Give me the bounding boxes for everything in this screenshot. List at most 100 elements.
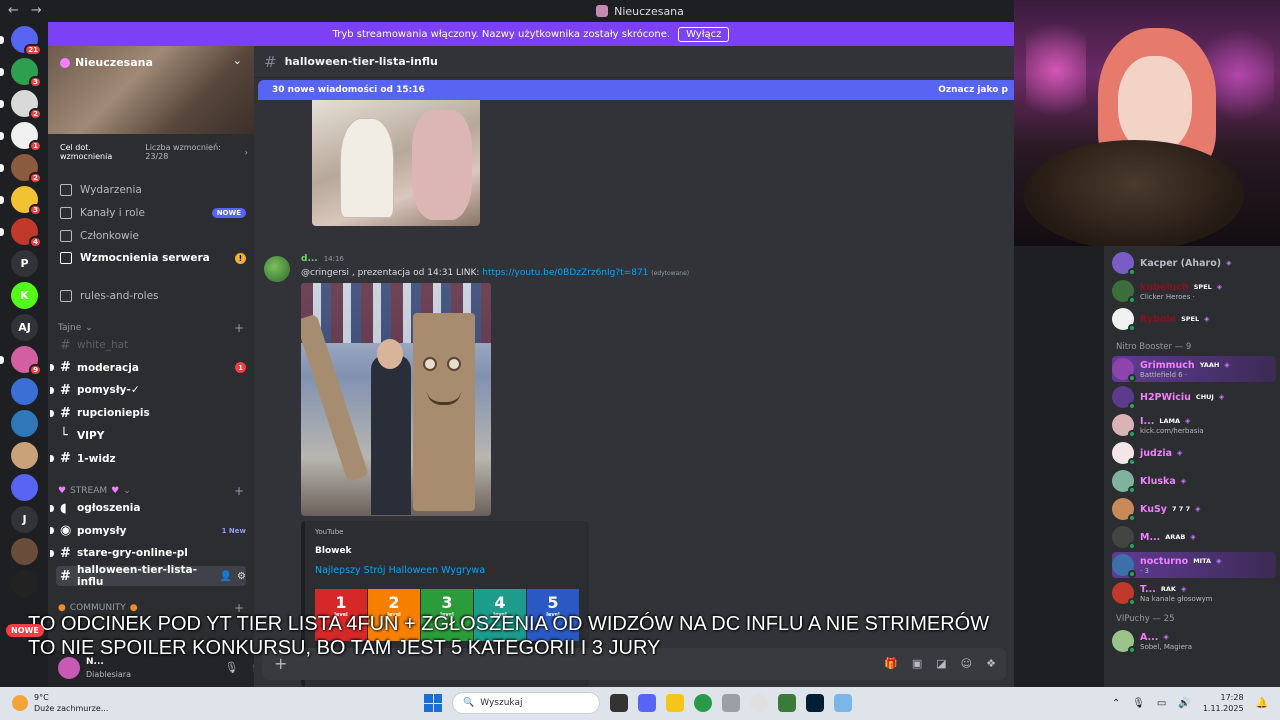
taskbar-search[interactable]: 🔍 Wyszukaj [452, 692, 600, 714]
mark-as-read-button[interactable]: Oznacz jako p [938, 85, 1008, 95]
member-item[interactable]: Rybole SPEL ◈ [1112, 306, 1276, 332]
member-item[interactable]: H2PWiciu CHUJ ◈ [1112, 384, 1276, 410]
member-item[interactable]: nocturno MITA ◈ · 3 [1112, 552, 1276, 578]
back-arrow-icon[interactable]: ← [8, 3, 19, 18]
discord-icon[interactable] [638, 694, 656, 712]
forward-arrow-icon[interactable]: → [31, 3, 42, 18]
steam-icon[interactable] [722, 694, 740, 712]
server-icon[interactable]: 2 [11, 154, 42, 184]
file-explorer-icon[interactable] [666, 694, 684, 712]
image-content [447, 357, 461, 371]
member-item[interactable]: Grimmuch YAAH ◈ Battlefield 6 · [1112, 356, 1276, 382]
boost-goal[interactable]: Cel dot. wzmocnienia Liczba wzmocnień: 2… [54, 143, 248, 161]
server-icon[interactable]: J [11, 506, 38, 533]
message-avatar[interactable] [264, 256, 290, 282]
new-badge[interactable]: NOWE [6, 624, 44, 637]
channel-item[interactable]: # rupcioniepis [50, 403, 246, 423]
server-icon[interactable]: K [11, 282, 38, 309]
member-item[interactable]: A... ◈ Sobel, Magiera [1112, 628, 1276, 654]
member-name: Kacper (Aharo) [1140, 257, 1222, 269]
speaker-icon[interactable]: 🔊 [1178, 698, 1190, 709]
server-icon[interactable]: P [11, 250, 38, 277]
weather-widget[interactable]: 9°C Duże zachmurze... [12, 692, 108, 714]
member-item[interactable]: T... RAK ◈ Na kanale głosowym [1112, 580, 1276, 606]
server-icon[interactable]: 2 [11, 90, 42, 120]
channel-name: halloween-tier-lista-influ [284, 55, 438, 68]
server-icon[interactable]: 1 [11, 122, 42, 152]
server-icon[interactable] [11, 378, 38, 405]
gear-icon[interactable]: ⚙ [237, 571, 246, 582]
message-link[interactable]: https://youtu.be/0BDzZrz6nIg?t=871 [482, 268, 648, 278]
member-line: KuSy 7 7 7 ◈ [1140, 504, 1201, 515]
channel-item[interactable]: ◉ pomysły 1 New [50, 521, 246, 541]
notification-bell-icon[interactable]: 🔔 [1256, 698, 1268, 709]
task-view-icon[interactable] [610, 694, 628, 712]
member-item[interactable]: Kluska ◈ [1112, 468, 1276, 494]
server-icon[interactable]: 9 [11, 346, 42, 376]
server-icon[interactable] [11, 442, 38, 469]
nav-channels-roles[interactable]: Kanały i role NOWE [56, 203, 246, 223]
network-icon[interactable]: ▭ [1157, 698, 1166, 709]
obs-icon[interactable] [750, 694, 768, 712]
microphone-icon[interactable]: 🎙 [224, 661, 238, 674]
invite-icon[interactable]: 👤 [220, 571, 232, 582]
channel-item[interactable]: # stare-gry-online-pl [50, 543, 246, 563]
hash-icon: # [60, 568, 71, 584]
server-icon[interactable]: 3 [11, 58, 42, 88]
server-icon[interactable] [11, 474, 38, 501]
member-item[interactable]: M... ARAB ◈ [1112, 524, 1276, 550]
channel-item[interactable]: # pomysły-✓ [50, 380, 246, 400]
nav-members[interactable]: Członkowie [56, 226, 246, 246]
chevron-up-icon[interactable]: ⌃ [1112, 698, 1120, 709]
snipping-tool-icon[interactable] [834, 694, 852, 712]
server-icon[interactable]: 3 [11, 186, 42, 216]
channel-item[interactable]: # white_hat [56, 335, 246, 355]
category-secret[interactable]: Tajne ⌄ + [58, 321, 244, 335]
channel-item[interactable]: # moderacja 1 [50, 358, 246, 378]
member-item[interactable]: Kacper (Aharo) ◈ [1112, 250, 1276, 276]
add-channel-icon[interactable]: + [234, 321, 244, 335]
photoshop-icon[interactable] [806, 694, 824, 712]
chrome-icon[interactable] [694, 694, 712, 712]
server-icon[interactable]: AJ [11, 314, 38, 341]
server-icon[interactable]: 4 [11, 218, 42, 248]
member-item[interactable]: I... LAMA ◈ kick.com/herbasia [1112, 412, 1276, 438]
channel-item[interactable]: #1-widz [50, 449, 246, 469]
server-icon[interactable] [11, 410, 38, 437]
message-content: @cringersi , prezentacja od 14:31 LINK: … [301, 268, 690, 278]
clock[interactable]: 17:28 1.11.2025 [1203, 692, 1244, 714]
member-group-header: VIPuchy — 25 [1116, 614, 1175, 624]
edited-label: (edytowane) [651, 270, 690, 277]
new-messages-label[interactable]: 30 nowe wiadomości od 15:16 [272, 85, 425, 95]
disable-streamer-mode-button[interactable]: Wyłącz [678, 26, 730, 42]
nav-server-boosts[interactable]: Wzmocnienia serwera ! [56, 248, 246, 268]
member-item[interactable]: kubeluch SPEL ◈ Clicker Heroes · [1112, 278, 1276, 304]
channel-item[interactable]: └ VIPY [56, 426, 246, 446]
new-messages-bar[interactable]: 30 nowe wiadomości od 15:16 Oznacz jako … [258, 80, 1014, 100]
server-icon[interactable] [11, 570, 38, 597]
attached-image-costume[interactable] [301, 283, 491, 516]
message-author[interactable]: d... [301, 254, 318, 264]
embed-title[interactable]: Najlepszy Strój Halloween Wygrywa [315, 565, 485, 576]
chevron-down-icon[interactable]: ⌄ [233, 54, 242, 67]
microphone-icon[interactable]: 🎙 [1132, 698, 1145, 709]
channel-item[interactable]: ◖ ogłoszenia [50, 498, 246, 518]
add-channel-icon[interactable]: + [234, 484, 244, 498]
embed-author[interactable]: Blowek [315, 546, 352, 556]
app-icon[interactable] [778, 694, 796, 712]
attached-image-dolls[interactable] [312, 100, 480, 226]
server-name[interactable]: Nieuczesana [60, 56, 153, 69]
nav-events[interactable]: Wydarzenia [56, 180, 246, 200]
member-item[interactable]: judzia ◈ [1112, 440, 1276, 466]
member-item[interactable]: KuSy 7 7 7 ◈ [1112, 496, 1276, 522]
start-menu-icon[interactable] [424, 694, 442, 712]
server-icon[interactable] [11, 538, 38, 565]
category-stream[interactable]: ♥ STREAM ♥ ⌄ + [58, 484, 244, 498]
user-avatar[interactable] [58, 657, 80, 679]
channel-item[interactable]: # halloween-tier-lista-influ 👤 ⚙ [56, 564, 246, 588]
channel-rules[interactable]: rules-and-roles [56, 286, 246, 306]
member-name: judzia [1140, 447, 1173, 459]
server-banner[interactable]: Nieuczesana ⌄ [48, 46, 254, 134]
server-icon[interactable]: 21 [11, 26, 42, 56]
member-text: T... RAK ◈ Na kanale głosowym [1140, 584, 1213, 603]
